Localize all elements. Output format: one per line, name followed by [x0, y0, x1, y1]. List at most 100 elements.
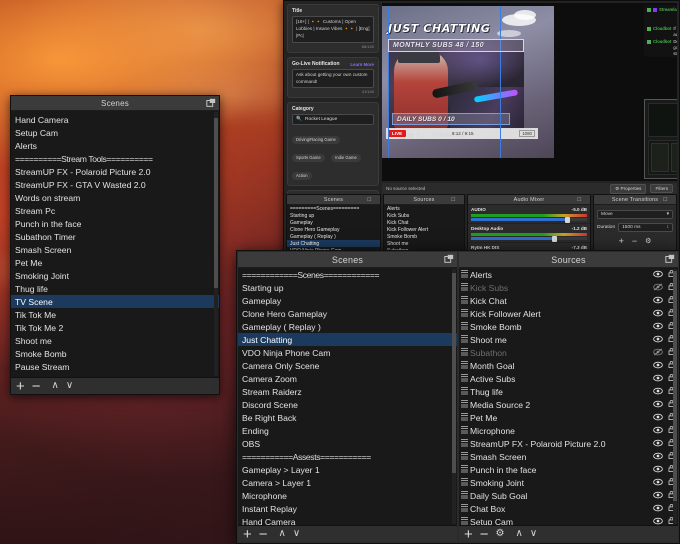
scene-list-item[interactable]: Instant Replay — [238, 502, 457, 515]
scene-list-item[interactable]: Starting up — [238, 281, 457, 294]
scene-list-item[interactable]: Tik Tok Me — [11, 308, 219, 321]
source-list-item[interactable]: Smoking Joint — [459, 476, 678, 489]
mixer-volume-slider[interactable] — [471, 216, 587, 223]
duration-input[interactable]: 1500 ms ↕ — [618, 223, 673, 232]
scene-list-item[interactable]: Gameplay > Layer 1 — [238, 463, 457, 476]
drag-handle-icon[interactable] — [461, 400, 468, 409]
drag-handle-icon[interactable] — [461, 296, 468, 305]
source-list-item[interactable]: Kick Follower Alert — [384, 226, 464, 233]
scene-list-item[interactable]: Clone Hero Gameplay — [238, 307, 457, 320]
drag-handle-icon[interactable] — [461, 335, 468, 344]
scenes-floating-dock[interactable]: Scenes Hand Camera Setup Cam Alerts =======… — [10, 95, 220, 395]
add-scene-button[interactable]: + — [243, 527, 252, 542]
move-source-up-button[interactable]: ∧ — [516, 529, 523, 539]
eye-slash-icon[interactable] — [651, 282, 665, 294]
obs-main-window[interactable]: Title [18+] | 🔸🔸 Customs | Open Lobbies … — [283, 0, 680, 257]
scene-list-item[interactable]: Tik Tok Me 2 — [11, 321, 219, 334]
eye-icon[interactable] — [651, 360, 665, 372]
scene-list-item[interactable]: TV Scene — [11, 295, 219, 308]
scene-list-item[interactable]: Hand Camera — [238, 515, 457, 526]
category-chip[interactable]: Driving/Racing Game — [292, 135, 340, 144]
scene-list-item[interactable]: Camera Only Scene — [238, 359, 457, 372]
eye-icon[interactable] — [651, 438, 665, 450]
scene-list-item[interactable]: Stream Raiderz — [238, 385, 457, 398]
drag-handle-icon[interactable] — [461, 374, 468, 383]
eye-icon[interactable] — [651, 373, 665, 385]
scenes-list[interactable]: Hand Camera Setup Cam Alerts ==========Stre… — [11, 111, 219, 377]
eye-icon[interactable] — [651, 334, 665, 346]
drag-handle-icon[interactable] — [461, 322, 468, 331]
source-list-item[interactable]: Active Subs — [459, 372, 678, 385]
move-scene-up-button[interactable]: ∧ — [279, 529, 286, 539]
eye-icon[interactable] — [651, 321, 665, 333]
transition-settings-button[interactable]: ⚙ — [645, 238, 651, 245]
eye-icon[interactable] — [651, 464, 665, 476]
scene-list-item[interactable]: Stream Pc — [11, 204, 219, 217]
front-scenes-toolbar[interactable]: + − ∧ ∨ — [238, 525, 457, 542]
drag-handle-icon[interactable] — [461, 387, 468, 396]
category-chip[interactable]: Indie Game — [331, 153, 361, 162]
move-scene-up-button[interactable]: ∧ — [52, 381, 59, 391]
eye-icon[interactable] — [651, 269, 665, 281]
audio-mixer-channels[interactable]: AUDIO -5.0 dB Desktop Audio -1.2 dB Rytm HK … — [468, 205, 590, 253]
audio-software-window[interactable] — [644, 99, 677, 179]
source-list-item[interactable]: Alerts — [459, 268, 678, 281]
front-sources-scrollbar[interactable] — [673, 269, 677, 524]
source-list-item[interactable]: Punch in the face — [459, 463, 678, 476]
properties-button[interactable]: ⚙ Properties — [610, 183, 647, 194]
title-input[interactable]: [18+] | 🔸🔸 Customs | Open Lobbies | Insa… — [292, 16, 374, 43]
drag-handle-icon[interactable] — [461, 413, 468, 422]
source-list-item[interactable]: Month Goal — [459, 359, 678, 372]
eye-icon[interactable] — [651, 295, 665, 307]
obs-sources-dock[interactable]: Sources ☐ Alerts Kick Subs Kick Chat Kick F… — [383, 194, 465, 254]
source-list-item[interactable]: Subathon — [459, 346, 678, 359]
source-list-item[interactable]: Shoot me — [384, 240, 464, 247]
eye-icon[interactable] — [651, 386, 665, 398]
scene-transitions-dock[interactable]: Scene Transitions ☐ Move ▾ Duration 1500… — [593, 194, 677, 254]
obs-sources-list[interactable]: Alerts Kick Subs Kick Chat Kick Follower Al… — [384, 205, 464, 253]
obs-scenes-list[interactable]: =========Scenes========= Starting up Gamep… — [287, 205, 380, 253]
scene-list-item[interactable]: Just Chatting — [287, 240, 380, 247]
scene-list-item[interactable]: Gameplay ( Replay ) — [238, 320, 457, 333]
eye-icon[interactable] — [651, 516, 665, 526]
front-sources-toolbar[interactable]: + − ⚙ ∧ ∨ — [459, 525, 678, 542]
scene-list-item[interactable]: StreamUP FX - GTA V Wasted 2.0 — [11, 178, 219, 191]
scene-list-item[interactable]: Clone Hero Gameplay — [287, 226, 380, 233]
undock-icon[interactable] — [206, 98, 216, 108]
scene-list-item[interactable]: Camera > Layer 1 — [238, 476, 457, 489]
transition-duration-row[interactable]: Duration 1500 ms ↕ — [594, 221, 676, 234]
scene-list-item[interactable]: Subathon Timer — [11, 230, 219, 243]
scene-list-item[interactable]: Be Right Back — [238, 411, 457, 424]
scene-list-item[interactable]: Gameplay — [287, 219, 380, 226]
drag-handle-icon[interactable] — [461, 270, 468, 279]
source-list-item[interactable]: Media Source 2 — [459, 398, 678, 411]
front-scenes-scrollbar[interactable] — [452, 269, 456, 524]
scene-list-item[interactable]: Just Chatting — [238, 333, 457, 346]
source-list-item[interactable]: Smash Screen — [459, 450, 678, 463]
mixer-channel[interactable]: Desktop Audio -1.2 dB — [468, 224, 590, 243]
remove-source-button[interactable]: − — [480, 527, 489, 542]
drag-handle-icon[interactable] — [461, 452, 468, 461]
scene-list-item[interactable]: OBS — [238, 437, 457, 450]
scene-list-item[interactable]: ==========Stream Tools========== — [11, 152, 219, 165]
source-list-item[interactable]: Setup Cam — [459, 515, 678, 525]
source-list-item[interactable]: Kick Chat — [459, 294, 678, 307]
eye-icon[interactable] — [651, 412, 665, 424]
add-transition-button[interactable]: + — [619, 237, 624, 246]
drag-handle-icon[interactable] — [461, 348, 468, 357]
scene-transitions-body[interactable]: Move ▾ Duration 1500 ms ↕ + − ⚙ — [594, 205, 676, 253]
scene-list-item[interactable]: =========Scenes========= — [287, 205, 380, 212]
front-sources-list[interactable]: Alerts Kick Subs Kick Chat Kick Follower Al… — [459, 268, 678, 525]
transition-toolbar[interactable]: + − ⚙ — [594, 234, 676, 248]
scene-list-item[interactable]: Gameplay ( Replay ) — [287, 233, 380, 240]
scene-list-item[interactable]: ===========Assests=========== — [238, 450, 457, 463]
drag-handle-icon[interactable] — [461, 491, 468, 500]
scene-list-item[interactable]: VDO Ninja Phone Cam — [238, 346, 457, 359]
add-source-button[interactable]: + — [464, 527, 473, 542]
mixer-volume-slider[interactable] — [471, 235, 587, 242]
obs-scenes-dock[interactable]: Scenes ☐ =========Scenes========= Startin… — [286, 194, 381, 254]
scene-list-item[interactable]: Camera Zoom — [238, 372, 457, 385]
source-list-item[interactable]: Kick Chat — [384, 219, 464, 226]
video-player-bar[interactable]: LIVE 9:12 / 9:15 1080 — [386, 128, 538, 139]
filters-button[interactable]: Filters — [650, 184, 673, 193]
